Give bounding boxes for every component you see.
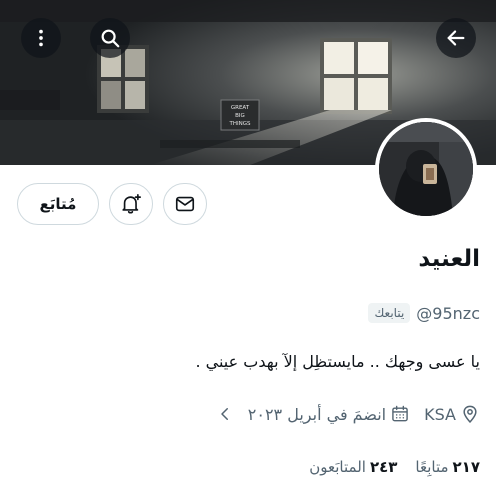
calendar-icon (392, 405, 408, 422)
message-button[interactable] (163, 183, 207, 225)
back-button[interactable] (436, 18, 476, 58)
following-button[interactable]: مُتابَع (17, 183, 99, 225)
followers-label: المتابَعون (309, 458, 366, 476)
mail-icon (175, 196, 195, 212)
location-pin-icon (463, 405, 477, 423)
profile-meta: KSA انضمَ في أبريل ٢٠٢٣ (216, 404, 480, 424)
joined-date: انضمَ في أبريل ٢٠٢٣ (247, 404, 387, 424)
sign-text-2: BIG (235, 113, 245, 119)
more-vertical-icon (39, 29, 43, 47)
arrow-left-icon (447, 30, 465, 46)
sign-text-3: THINGS (229, 121, 251, 127)
search-icon (101, 29, 120, 48)
bell-plus-icon (122, 194, 141, 214)
sign-text-1: GREAT (231, 105, 250, 111)
location-text: KSA (424, 404, 456, 424)
more-button[interactable] (21, 18, 61, 58)
notifications-button[interactable] (109, 183, 153, 225)
search-button[interactable] (90, 18, 130, 58)
follows-you-badge: يتابعك (368, 303, 411, 323)
avatar-image (379, 122, 473, 216)
avatar[interactable] (375, 118, 477, 220)
followers-count: ٢٤٣ (369, 458, 398, 476)
display-name: العنيد (418, 246, 480, 272)
handle: @95nzc (416, 303, 480, 323)
bio: يا عسى وجهك .. مايستظِل إلآ بهدب عيني . (195, 352, 480, 371)
following-count: ٢١٧ (452, 458, 480, 476)
following-label: متابِعًا (415, 458, 449, 476)
following-stat[interactable]: ٢١٧ متابِعًا (415, 458, 480, 476)
followers-stat[interactable]: ٢٤٣ المتابَعون (309, 458, 397, 476)
follow-stats: ٢٤٣ المتابَعون ٢١٧ متابِعًا (309, 458, 480, 476)
chevron-left-icon[interactable] (216, 405, 234, 423)
handle-row: @95nzc يتابعك (368, 303, 480, 323)
